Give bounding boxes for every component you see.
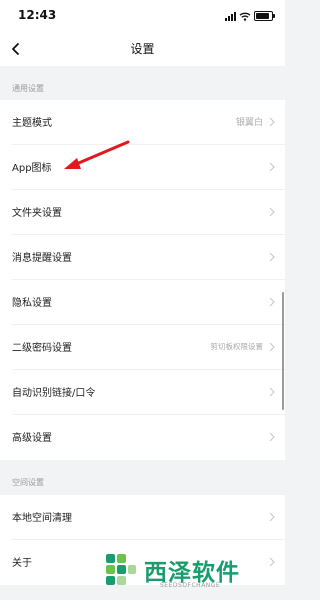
settings-row-app-icon[interactable]: App图标: [0, 145, 285, 190]
chevron-right-icon: [269, 512, 275, 522]
section-label-general: 通用设置: [12, 84, 44, 93]
nav-bar: 设置: [0, 32, 285, 66]
row-label: App图标: [12, 163, 52, 174]
settings-row-advanced[interactable]: 高级设置: [0, 415, 285, 460]
watermark: 西泽软件 SEEDSOFCHANGE: [100, 550, 285, 600]
row-label: 自动识别链接/口令: [12, 388, 96, 399]
row-label: 文件夹设置: [12, 208, 62, 219]
row-label: 消息提醒设置: [12, 253, 72, 264]
red-arrow-icon: [64, 140, 130, 169]
row-value-password: 剪切板权限设置: [210, 342, 264, 351]
row-label: 关于: [12, 558, 32, 569]
chevron-right-icon: [269, 252, 275, 262]
settings-row-local-clean[interactable]: 本地空间清理: [0, 495, 285, 540]
battery-icon: [254, 11, 275, 21]
row-value-theme: 银翼白: [235, 118, 263, 128]
status-time: 12:43: [18, 8, 57, 22]
row-label: 二级密码设置: [12, 343, 72, 354]
chevron-right-icon: [269, 162, 275, 172]
wifi-icon: [239, 12, 251, 21]
section-label-space: 空间设置: [12, 478, 44, 487]
chevron-right-icon: [269, 297, 275, 307]
section-header-general: 通用设置: [0, 66, 285, 100]
settings-row-autolink[interactable]: 自动识别链接/口令: [0, 370, 285, 415]
signal-icon: [225, 11, 236, 21]
settings-row-privacy[interactable]: 隐私设置: [0, 280, 285, 325]
watermark-subtitle: SEEDSOFCHANGE: [160, 582, 221, 589]
watermark-logo-icon: [106, 554, 136, 585]
chevron-right-icon: [269, 432, 275, 442]
scrollbar-thumb[interactable]: [282, 292, 284, 410]
chevron-right-icon: [269, 117, 275, 127]
settings-row-theme[interactable]: 主题模式 银翼白: [0, 100, 285, 145]
settings-row-folder[interactable]: 文件夹设置: [0, 190, 285, 235]
row-label: 本地空间清理: [12, 513, 72, 524]
section-header-space: 空间设置: [0, 460, 285, 495]
row-label: 隐私设置: [12, 298, 52, 309]
status-icons: [225, 10, 275, 22]
chevron-right-icon: [269, 207, 275, 217]
row-label: 主题模式: [12, 118, 52, 129]
settings-row-password[interactable]: 二级密码设置 剪切板权限设置: [0, 325, 285, 370]
chevron-right-icon: [269, 342, 275, 352]
status-bar: 12:43: [0, 0, 285, 32]
row-label: 高级设置: [12, 433, 52, 444]
settings-row-notify[interactable]: 消息提醒设置: [0, 235, 285, 280]
chevron-right-icon: [269, 387, 275, 397]
page-title: 设置: [130, 42, 155, 56]
